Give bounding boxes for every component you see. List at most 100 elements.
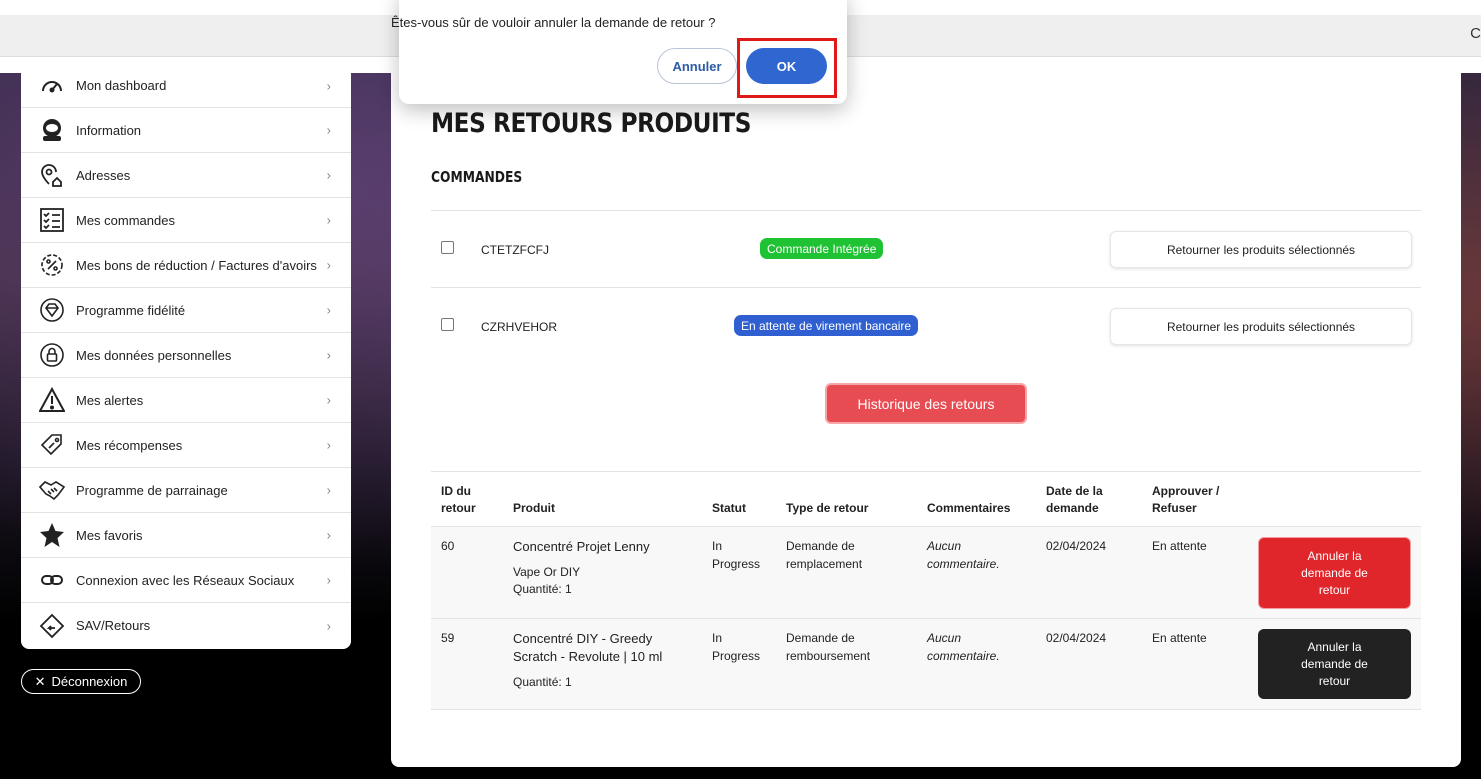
product-name-line: Scratch - Revolute | 10 ml xyxy=(513,649,663,664)
table-header: ID du retour Produit Statut Type de reto… xyxy=(431,471,1421,527)
sidebar-item-label: Programme de parrainage xyxy=(76,482,228,498)
sidebar-item-label: Mes récompenses xyxy=(76,437,183,453)
chevron-right-icon: › xyxy=(326,257,331,273)
request-date: 02/04/2024 xyxy=(1046,539,1107,553)
astronaut-icon xyxy=(39,117,65,143)
link-icon xyxy=(39,567,65,593)
column-header-date: Date de la demande xyxy=(1046,483,1103,517)
sidebar-item-discounts[interactable]: Mes bons de réduction / Factures d'avoir… xyxy=(21,243,351,288)
type-text: Demande de xyxy=(786,631,855,645)
chevron-right-icon: › xyxy=(326,572,331,588)
column-header-comments: Commentaires xyxy=(927,501,1011,515)
type-text: remplacement xyxy=(786,557,863,571)
product-name: Concentré DIY - Greedy Scratch - Revolut… xyxy=(513,630,662,666)
header-text: Approuver / xyxy=(1152,484,1220,498)
product-name: Concentré Projet Lenny xyxy=(513,539,650,554)
product-quantity: Quantité: 1 xyxy=(513,582,572,596)
sidebar-item-information[interactable]: Information › xyxy=(21,108,351,153)
order-reference: CZRHVEHOR xyxy=(481,320,558,334)
header-text: retour xyxy=(441,501,476,515)
chevron-right-icon: › xyxy=(326,392,331,408)
column-header-product: Produit xyxy=(513,501,555,515)
order-select-checkbox[interactable] xyxy=(441,318,454,331)
button-text: demande de xyxy=(1301,656,1368,671)
page-title: MES RETOURS PRODUITS xyxy=(431,108,752,139)
status-text: Progress xyxy=(712,649,761,663)
toolbar-corner-text: C xyxy=(1470,25,1481,42)
product-variant: Vape Or DIY xyxy=(513,565,581,579)
return-status: In Progress xyxy=(712,537,760,573)
logout-button[interactable]: ✕ Déconnexion xyxy=(21,669,141,694)
approval-status: En attente xyxy=(1152,539,1207,553)
button-text: Annuler la xyxy=(1307,639,1362,654)
chevron-right-icon: › xyxy=(326,122,331,138)
returns-history-button[interactable]: Historique des retours xyxy=(825,383,1027,424)
sidebar-item-loyalty[interactable]: Programme fidélité › xyxy=(21,288,351,333)
type-text: Demande de xyxy=(786,539,855,553)
speedometer-icon xyxy=(39,73,65,99)
type-text: remboursement xyxy=(786,649,871,663)
returns-table: ID du retour Produit Statut Type de reto… xyxy=(431,471,1421,710)
sidebar-item-referral[interactable]: Programme de parrainage › xyxy=(21,468,351,513)
sidebar-item-orders[interactable]: Mes commandes › xyxy=(21,198,351,243)
sidebar-item-rewards[interactable]: Mes récompenses › xyxy=(21,423,351,468)
return-selected-products-button[interactable]: Retourner les produits sélectionnés xyxy=(1110,231,1412,268)
header-text: Date de la xyxy=(1046,484,1103,498)
chevron-right-icon: › xyxy=(326,527,331,543)
chevron-right-icon: › xyxy=(326,482,331,498)
location-home-icon xyxy=(39,162,65,188)
checklist-icon xyxy=(39,207,65,233)
sidebar-item-label: Connexion avec les Réseaux Sociaux xyxy=(76,572,295,588)
order-row: CTETZFCFJ Commande Intégrée Retourner le… xyxy=(431,210,1421,287)
lock-icon xyxy=(39,342,65,368)
header-text: Refuser xyxy=(1152,501,1197,515)
tag-icon xyxy=(39,432,65,458)
cancel-return-button[interactable]: Annuler la demande de retour xyxy=(1258,629,1411,699)
discount-gear-icon xyxy=(39,252,65,278)
header-text: ID du xyxy=(441,484,471,498)
account-sidebar: Mon dashboard › Information › Adresses ›… xyxy=(21,64,351,649)
sidebar-item-label: Mes commandes xyxy=(76,212,175,228)
chevron-right-icon: › xyxy=(326,618,331,633)
sidebar-item-dashboard[interactable]: Mon dashboard › xyxy=(21,64,351,108)
cancel-return-button[interactable]: Annuler la demande de retour xyxy=(1258,537,1411,609)
comment-text: commentaire. xyxy=(927,649,1000,663)
return-comment: Aucun commentaire. xyxy=(927,629,1000,665)
orders-section-title: COMMANDES xyxy=(431,168,523,186)
sidebar-item-label: Adresses xyxy=(76,167,131,183)
table-row: 60 Concentré Projet Lenny Vape Or DIY Qu… xyxy=(431,527,1421,619)
sidebar-item-favorites[interactable]: Mes favoris › xyxy=(21,513,351,558)
order-reference: CTETZFCFJ xyxy=(481,243,549,257)
button-text: demande de xyxy=(1301,565,1368,580)
returns-panel: MES RETOURS PRODUITS COMMANDES CTETZFCFJ… xyxy=(391,64,1461,767)
sidebar-item-personal-data[interactable]: Mes données personnelles › xyxy=(21,333,351,378)
product-quantity: Quantité: 1 xyxy=(513,675,572,689)
button-text: retour xyxy=(1318,673,1351,688)
sidebar-item-alerts[interactable]: Mes alertes › xyxy=(21,378,351,423)
order-select-checkbox[interactable] xyxy=(441,241,454,254)
chevron-right-icon: › xyxy=(326,167,331,183)
status-text: In xyxy=(712,539,723,553)
sidebar-item-label: Mon dashboard xyxy=(76,78,167,93)
return-selected-products-button[interactable]: Retourner les produits sélectionnés xyxy=(1110,308,1412,345)
return-type: Demande de remplacement xyxy=(786,537,862,573)
sidebar-item-addresses[interactable]: Adresses › xyxy=(21,153,351,198)
dialog-message: Êtes-vous sûr de vouloir annuler la dema… xyxy=(391,15,716,30)
return-type: Demande de remboursement xyxy=(786,629,870,665)
sidebar-item-label: Mes favoris xyxy=(76,527,143,543)
sidebar-item-label: Mes données personnelles xyxy=(76,347,232,363)
product-name-line: Concentré DIY - Greedy xyxy=(513,631,653,646)
button-text: retour xyxy=(1318,582,1351,597)
sidebar-item-label: Information xyxy=(76,122,142,138)
status-badge: En attente de virement bancaire xyxy=(734,315,919,336)
column-header-status: Statut xyxy=(712,501,746,515)
dialog-cancel-button[interactable]: Annuler xyxy=(657,48,737,84)
logout-label: Déconnexion xyxy=(51,674,128,689)
column-header-type: Type de retour xyxy=(786,501,869,515)
return-id: 60 xyxy=(441,539,455,553)
return-id: 59 xyxy=(441,631,455,645)
sidebar-item-social[interactable]: Connexion avec les Réseaux Sociaux › xyxy=(21,558,351,603)
sidebar-item-returns[interactable]: SAV/Retours › xyxy=(21,603,351,648)
column-header-id: ID du retour xyxy=(441,483,476,517)
column-header-approve: Approuver / Refuser xyxy=(1152,483,1219,517)
